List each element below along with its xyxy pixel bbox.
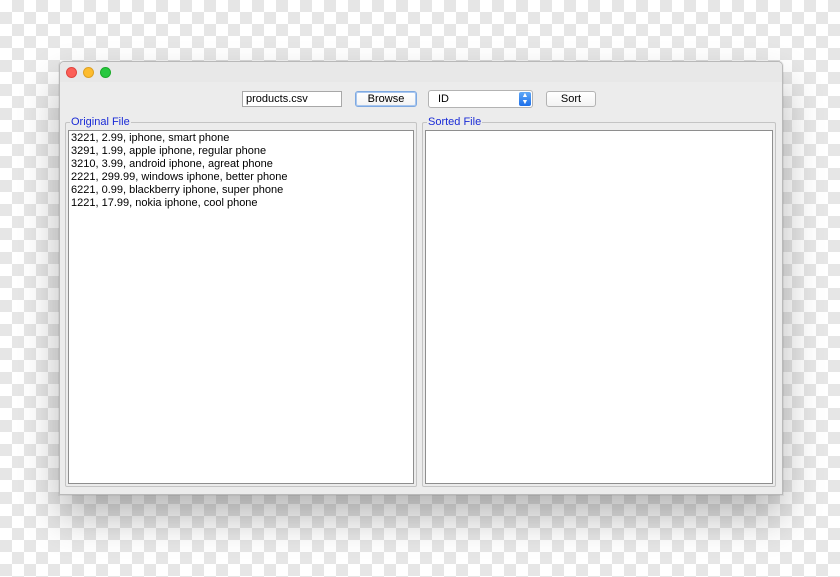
original-file-panel: Original File 3221, 2.99, iphone, smart … (65, 115, 417, 487)
title-bar[interactable] (60, 62, 782, 82)
text-line: 6221, 0.99, blackberry iphone, super pho… (71, 184, 284, 196)
close-window-button[interactable] (66, 67, 77, 78)
sort-button[interactable]: Sort (546, 91, 596, 107)
zoom-window-button[interactable] (100, 67, 111, 78)
sorted-file-title: Sorted File (427, 115, 483, 129)
sort-field-select[interactable]: ID ▲ ▼ (428, 90, 533, 108)
text-line: 1221, 17.99, nokia iphone, cool phone (71, 197, 258, 209)
original-file-textarea[interactable]: 3221, 2.99, iphone, smart phone 3291, 1.9… (68, 130, 414, 484)
sort-field-value: ID (438, 93, 449, 105)
sorted-file-panel: Sorted File (422, 115, 776, 487)
minimize-window-button[interactable] (83, 67, 94, 78)
browse-button[interactable]: Browse (355, 91, 417, 107)
file-path-field[interactable]: products.csv (242, 91, 342, 107)
text-line: 2221, 299.99, windows iphone, better pho… (71, 171, 288, 183)
sorted-file-textarea[interactable] (425, 130, 773, 484)
app-window: products.csv Browse ID ▲ ▼ Sort Original … (59, 61, 783, 495)
chevron-up-down-icon[interactable]: ▲ ▼ (519, 92, 531, 106)
text-line: 3291, 1.99, apple iphone, regular phone (71, 145, 267, 157)
text-line: 3210, 3.99, android iphone, agreat phone (71, 158, 273, 170)
text-line: 3221, 2.99, iphone, smart phone (71, 132, 230, 144)
original-file-title: Original File (70, 115, 131, 129)
